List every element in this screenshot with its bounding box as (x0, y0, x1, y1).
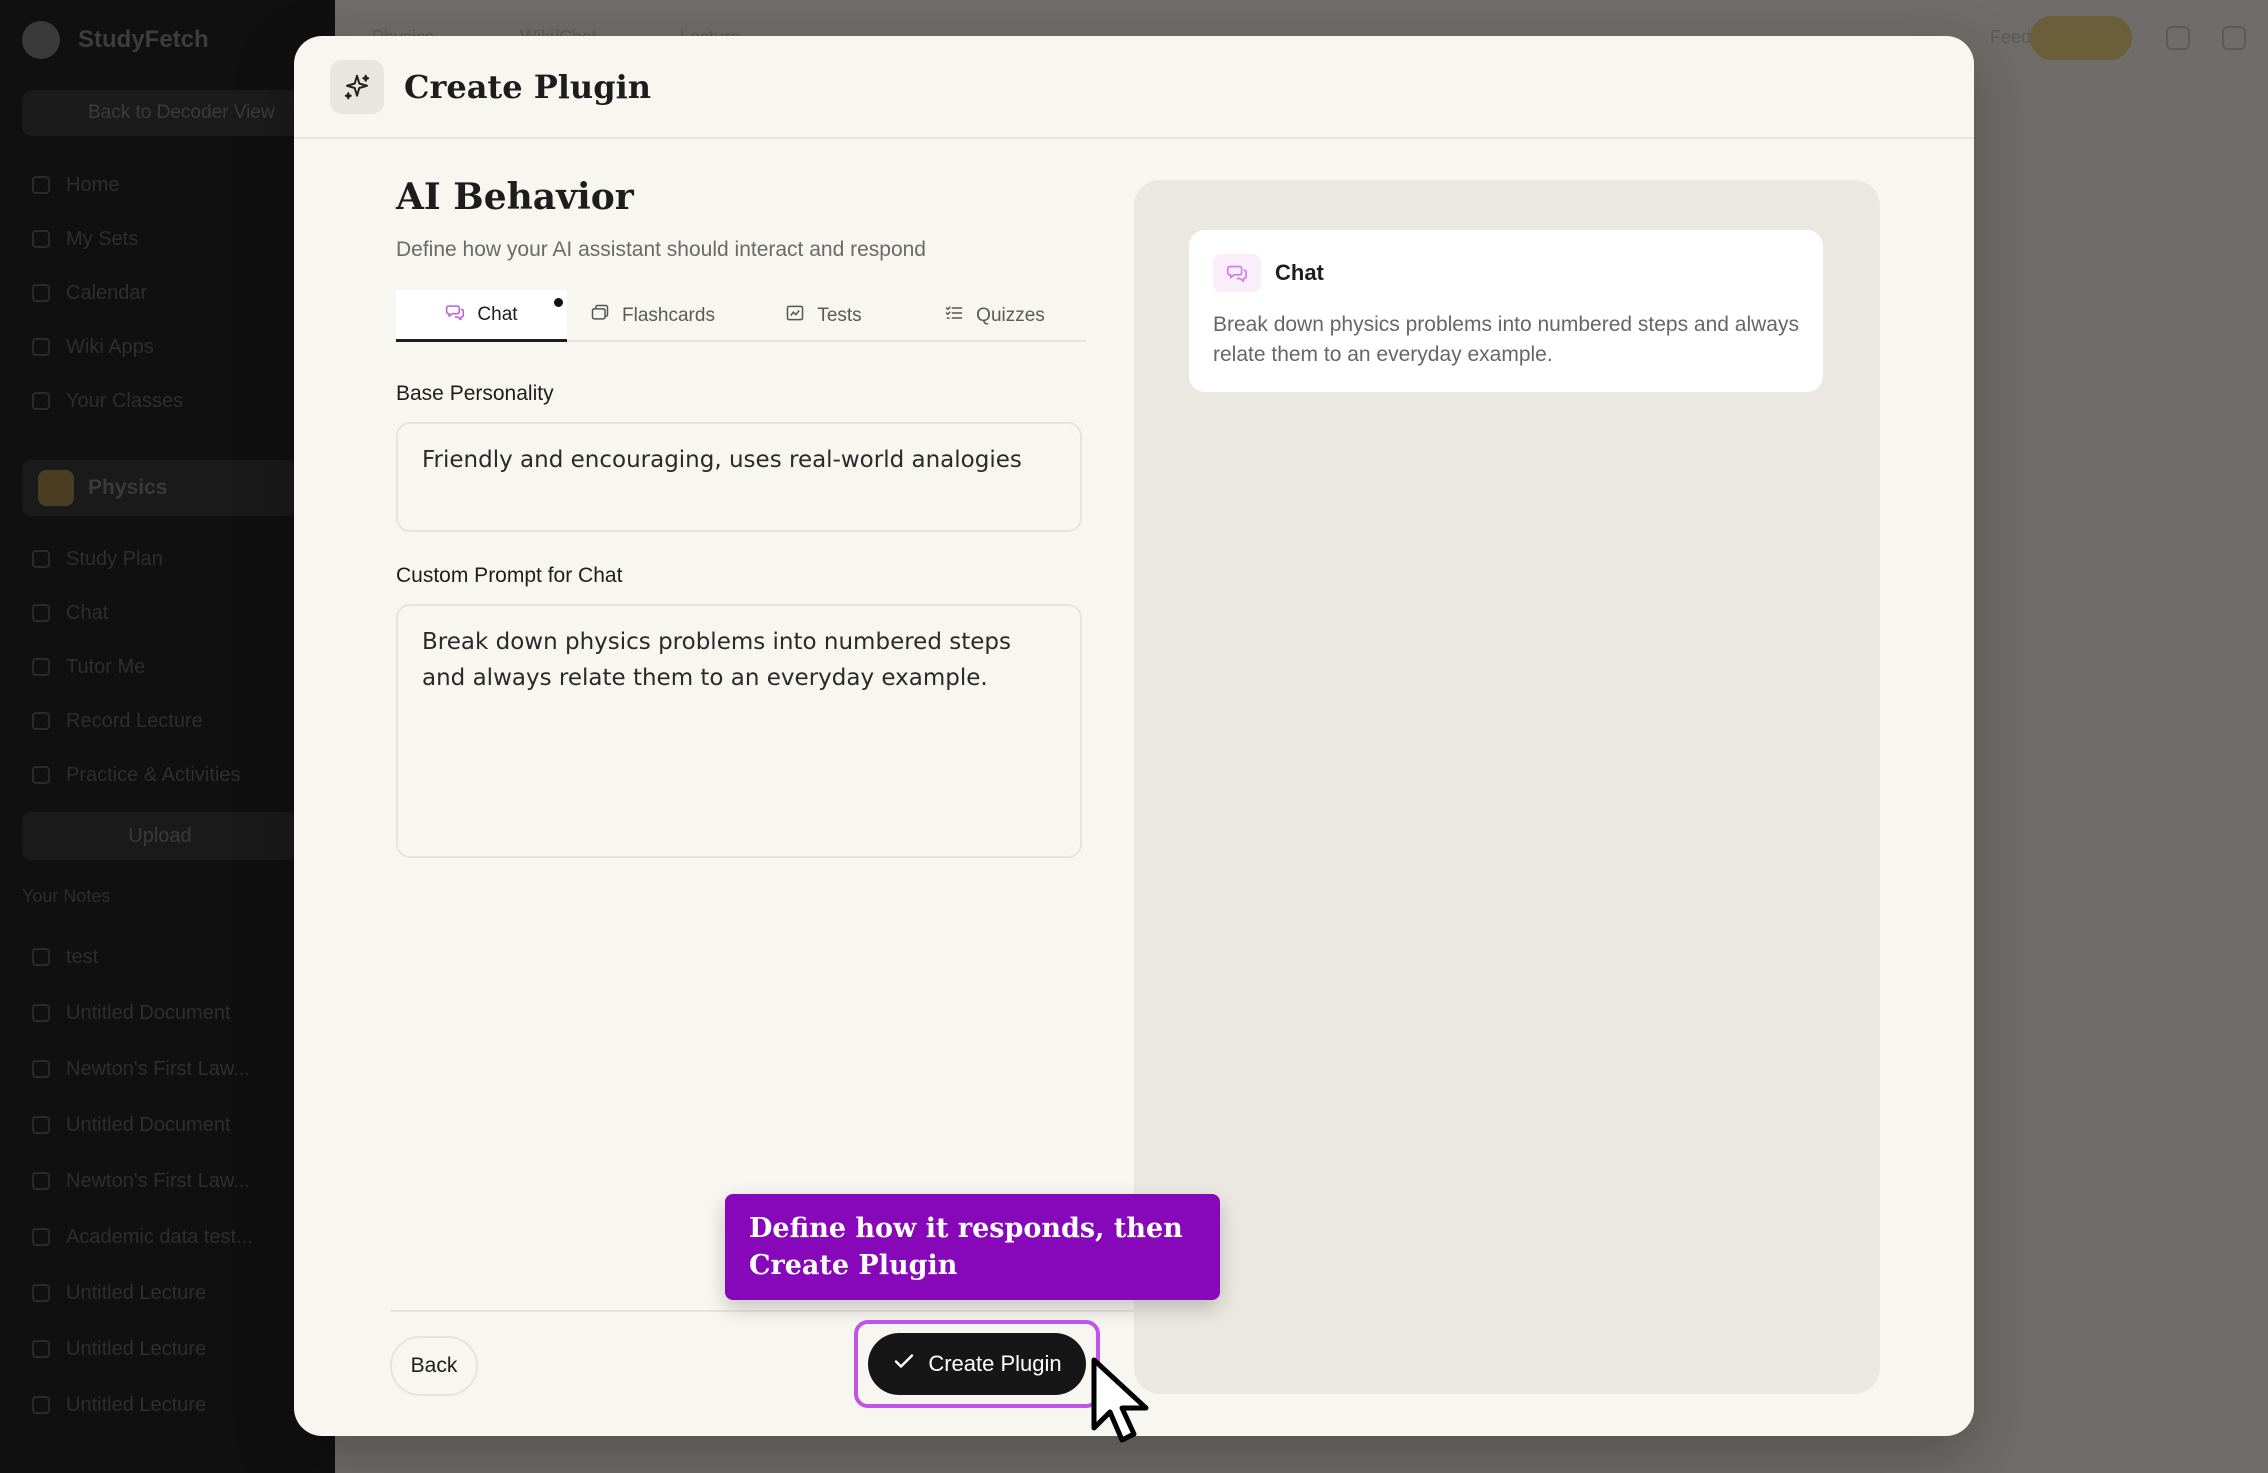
profile-icon (2222, 26, 2246, 50)
apps-icon (32, 338, 50, 356)
logo-icon (22, 21, 60, 59)
calendar-icon (32, 284, 50, 302)
unsaved-indicator (554, 298, 563, 307)
document-icon (32, 1060, 50, 1078)
note-item: Newton's First Law... (32, 1166, 250, 1196)
document-icon (32, 1284, 50, 1302)
tab-label: Quizzes (976, 305, 1045, 326)
base-personality-label: Base Personality (396, 382, 554, 405)
document-icon (32, 1340, 50, 1358)
sidebar-item-your-classes: Your Classes (32, 386, 183, 416)
document-icon (32, 1172, 50, 1190)
document-icon (32, 948, 50, 966)
chat-icon (1213, 254, 1261, 292)
tab-flashcards[interactable]: Flashcards (567, 290, 738, 342)
tab-label: Tests (817, 305, 862, 326)
behavior-form: AI Behavior Define how your AI assistant… (396, 176, 1086, 858)
sidebar-item-my-sets: My Sets (32, 224, 138, 254)
tab-label: Chat (477, 303, 518, 325)
sidebar-item-wiki-apps: Wiki Apps (32, 332, 154, 362)
mode-tabs: Chat Flashcards Tests Quizzes (396, 290, 1086, 342)
preview-card: Chat Break down physics problems into nu… (1189, 230, 1823, 392)
tab-quizzes[interactable]: Quizzes (909, 290, 1080, 342)
document-icon (32, 1116, 50, 1134)
section-title: AI Behavior (396, 176, 634, 218)
background-sidebar: StudyFetch Back to Decoder View Home My … (0, 0, 335, 1473)
document-icon (32, 1228, 50, 1246)
document-icon (32, 1004, 50, 1022)
sparkle-icon (330, 59, 384, 114)
section-subtitle: Define how your AI assistant should inte… (396, 238, 926, 261)
app-logo: StudyFetch (22, 20, 209, 60)
custom-prompt-field[interactable]: Break down physics problems into numbere… (396, 604, 1082, 858)
chat-icon (32, 604, 50, 622)
checkmark-icon (892, 1349, 916, 1379)
sidebar-item-home: Home (32, 170, 119, 200)
record-icon (32, 712, 50, 730)
sidebar-item-record-lecture: Record Lecture (32, 706, 203, 736)
course-selector: Physics (22, 460, 298, 516)
topbar-upgrade-pill (2030, 16, 2132, 60)
back-button[interactable]: Back (390, 1336, 478, 1396)
modal-header: Create Plugin (294, 36, 1974, 139)
note-item: Untitled Document (32, 998, 231, 1028)
preview-panel: Chat Break down physics problems into nu… (1134, 180, 1880, 1394)
tab-tests[interactable]: Tests (738, 290, 909, 342)
app-name: StudyFetch (78, 26, 209, 53)
mouse-cursor-icon (1091, 1357, 1149, 1443)
upload-button: Upload (22, 812, 298, 860)
footer-divider (390, 1310, 1134, 1312)
home-icon (32, 176, 50, 194)
note-item: Newton's First Law... (32, 1054, 250, 1084)
sidebar-item-study-plan: Study Plan (32, 544, 163, 574)
create-plugin-button[interactable]: Create Plugin (868, 1333, 1086, 1395)
tab-label: Flashcards (622, 305, 715, 326)
sidebar-item-calendar: Calendar (32, 278, 147, 308)
tutor-icon (32, 658, 50, 676)
back-to-view-button: Back to Decoder View (22, 90, 302, 136)
course-icon (38, 470, 74, 506)
note-item: Untitled Document (32, 1110, 231, 1140)
preview-text: Break down physics problems into numbere… (1213, 313, 1799, 366)
help-icon (2166, 26, 2190, 50)
base-personality-field[interactable]: Friendly and encouraging, uses real-worl… (396, 422, 1082, 532)
preview-header: Chat (1213, 254, 1799, 292)
custom-prompt-label: Custom Prompt for Chat (396, 564, 623, 587)
tab-chat[interactable]: Chat (396, 290, 567, 342)
sidebar-item-tutor-me: Tutor Me (32, 652, 145, 682)
sidebar-item-practice: Practice & Activities (32, 760, 241, 790)
note-item: test (32, 942, 98, 972)
classes-icon (32, 392, 50, 410)
tutorial-callout-text: Define how it responds, then Create Plug… (749, 1213, 1183, 1281)
preview-title: Chat (1275, 260, 1324, 285)
study-plan-icon (32, 550, 50, 568)
tests-icon (785, 303, 805, 329)
chat-icon (445, 302, 465, 328)
note-item: Academic data test... (32, 1222, 253, 1252)
note-item: Untitled Lecture (32, 1390, 206, 1420)
document-icon (32, 1396, 50, 1414)
note-item: Untitled Lecture (32, 1278, 206, 1308)
note-item: Untitled Lecture (32, 1334, 206, 1364)
flashcards-icon (590, 303, 610, 329)
sidebar-item-chat: Chat (32, 598, 108, 628)
notes-header: Your Notes (22, 886, 111, 906)
create-plugin-label: Create Plugin (928, 1351, 1062, 1376)
quizzes-icon (944, 303, 964, 329)
practice-icon (32, 766, 50, 784)
modal-title: Create Plugin (404, 67, 651, 106)
sets-icon (32, 230, 50, 248)
tutorial-callout: Define how it responds, then Create Plug… (725, 1194, 1220, 1300)
